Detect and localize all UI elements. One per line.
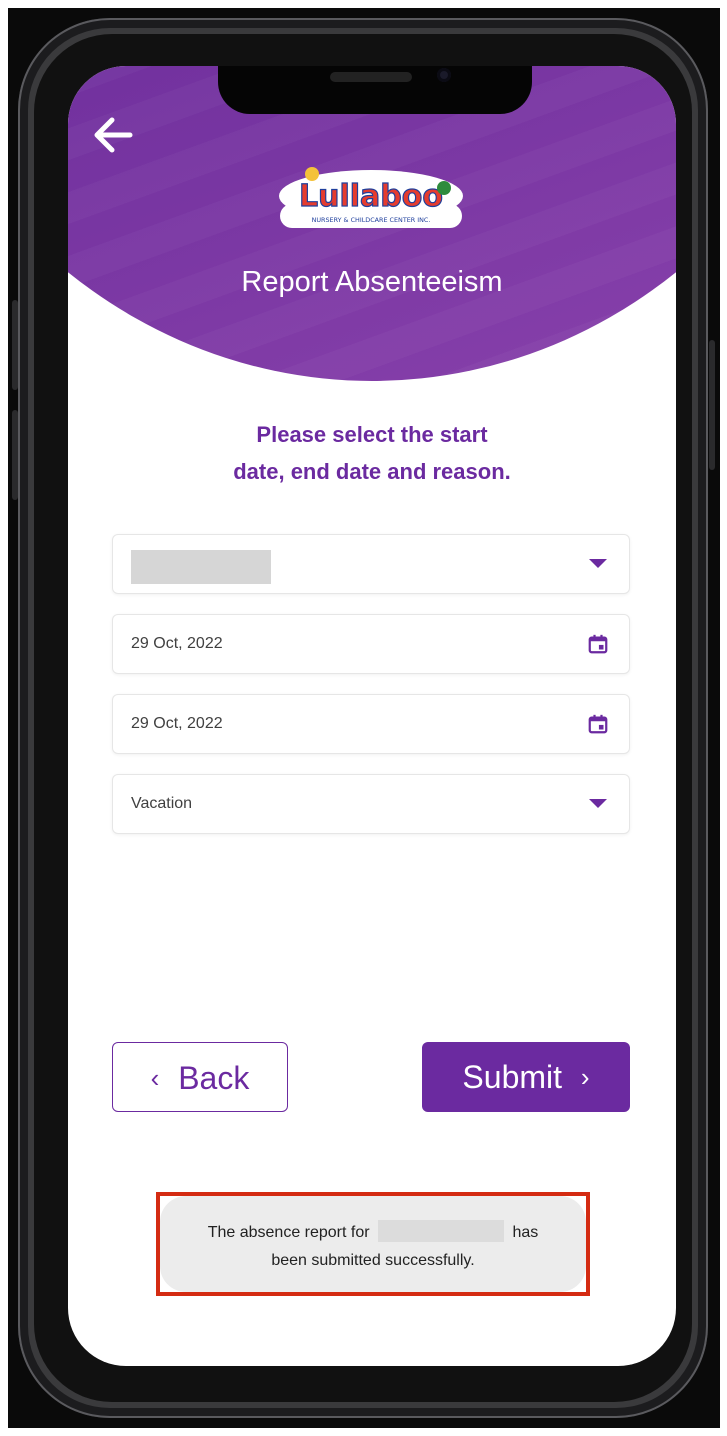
- speaker-grille: [330, 72, 412, 82]
- app-screen: Lullaboo NURSERY & CHILDCARE CENTER INC.…: [68, 66, 676, 1366]
- end-date-field[interactable]: 29 Oct, 2022: [112, 694, 630, 754]
- lullaboo-logo: Lullaboo NURSERY & CHILDCARE CENTER INC.: [274, 162, 468, 242]
- toast-suffix: has: [512, 1224, 539, 1241]
- logo-subtitle: NURSERY & CHILDCARE CENTER INC.: [312, 216, 431, 224]
- logo-wordmark: Lullaboo: [299, 179, 443, 214]
- child-select-dropdown[interactable]: [112, 534, 630, 594]
- chevron-right-icon: ›: [580, 1062, 590, 1092]
- power-button: [709, 340, 715, 470]
- reason-select-dropdown[interactable]: Vacation: [112, 774, 630, 834]
- instruction-text: Please select the start date, end date a…: [152, 416, 592, 490]
- calendar-icon[interactable]: [587, 713, 609, 735]
- volume-button: [12, 300, 18, 390]
- calendar-icon[interactable]: [587, 633, 609, 655]
- redacted-child-name: [378, 1220, 505, 1242]
- toast-line-1: The absence report for has: [160, 1220, 586, 1242]
- end-date-value: 29 Oct, 2022: [131, 715, 223, 732]
- success-toast: The absence report for has been submitte…: [160, 1196, 586, 1292]
- arrow-left-icon[interactable]: [88, 110, 138, 160]
- device-mockup: Lullaboo NURSERY & CHILDCARE CENTER INC.…: [0, 0, 727, 1436]
- back-button-label: Back: [178, 1060, 250, 1096]
- back-button[interactable]: ‹ Back: [112, 1042, 288, 1112]
- volume-button: [12, 410, 18, 500]
- start-date-field[interactable]: 29 Oct, 2022: [112, 614, 630, 674]
- instruction-line-2: date, end date and reason.: [233, 459, 511, 484]
- caret-down-icon: [589, 799, 607, 808]
- submit-button[interactable]: Submit ›: [422, 1042, 630, 1112]
- front-camera: [437, 68, 451, 82]
- reason-select-value: Vacation: [131, 795, 193, 812]
- instruction-line-1: Please select the start: [256, 422, 488, 447]
- submit-button-label: Submit: [462, 1059, 563, 1095]
- toast-prefix: The absence report for: [207, 1224, 370, 1241]
- toast-line-2: been submitted successfully.: [271, 1252, 475, 1269]
- page-title: Report Absenteeism: [241, 266, 503, 298]
- caret-down-icon: [589, 559, 607, 568]
- start-date-value: 29 Oct, 2022: [131, 635, 223, 652]
- redacted-child-name: [131, 550, 271, 584]
- chevron-left-icon: ‹: [150, 1063, 160, 1093]
